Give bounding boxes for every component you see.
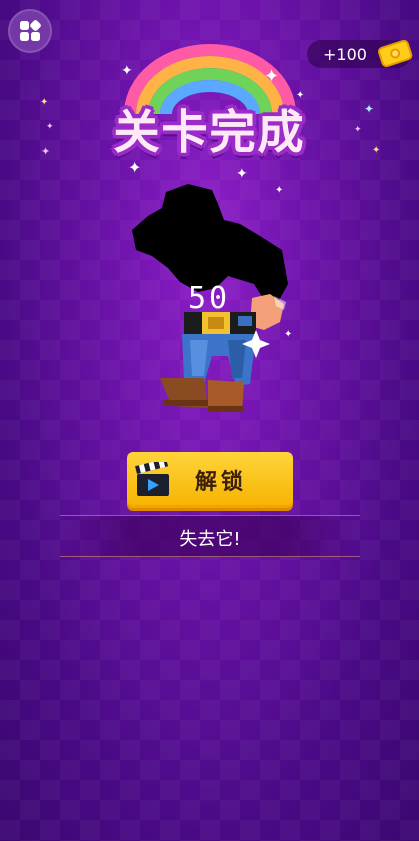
sparkle-icon: ✦ <box>41 145 51 158</box>
coin-amount: +100 <box>323 45 367 64</box>
level-number: 50 <box>188 281 231 316</box>
sparkle-icon: ✦ <box>40 97 49 108</box>
lose-it-button[interactable]: 失去它! <box>60 515 360 557</box>
sparkle-icon: ✦ <box>364 102 375 116</box>
grid-menu-icon <box>20 20 41 41</box>
menu-button[interactable] <box>8 9 52 53</box>
sparkle-icon: ✦ <box>296 90 305 101</box>
ticket-coin-icon <box>377 39 413 68</box>
sparkle-icon: ✦ <box>121 63 133 79</box>
unlock-label: 解锁 <box>195 470 248 495</box>
sparkle-icon: ✦ <box>46 122 54 132</box>
sparkle-icon: ✦ <box>354 125 362 135</box>
sparkle-icon: ✦ <box>372 145 381 156</box>
clapperboard-icon <box>135 462 169 496</box>
sparkle-icon: ✦ <box>128 158 142 177</box>
sparkle-icon: ✦ <box>236 166 248 182</box>
coin-counter: +100 <box>307 39 413 68</box>
sparkle-icon: ✦ <box>264 66 280 87</box>
unlock-button[interactable]: 解锁 <box>127 452 293 508</box>
lose-it-label: 失去它! <box>179 529 241 550</box>
